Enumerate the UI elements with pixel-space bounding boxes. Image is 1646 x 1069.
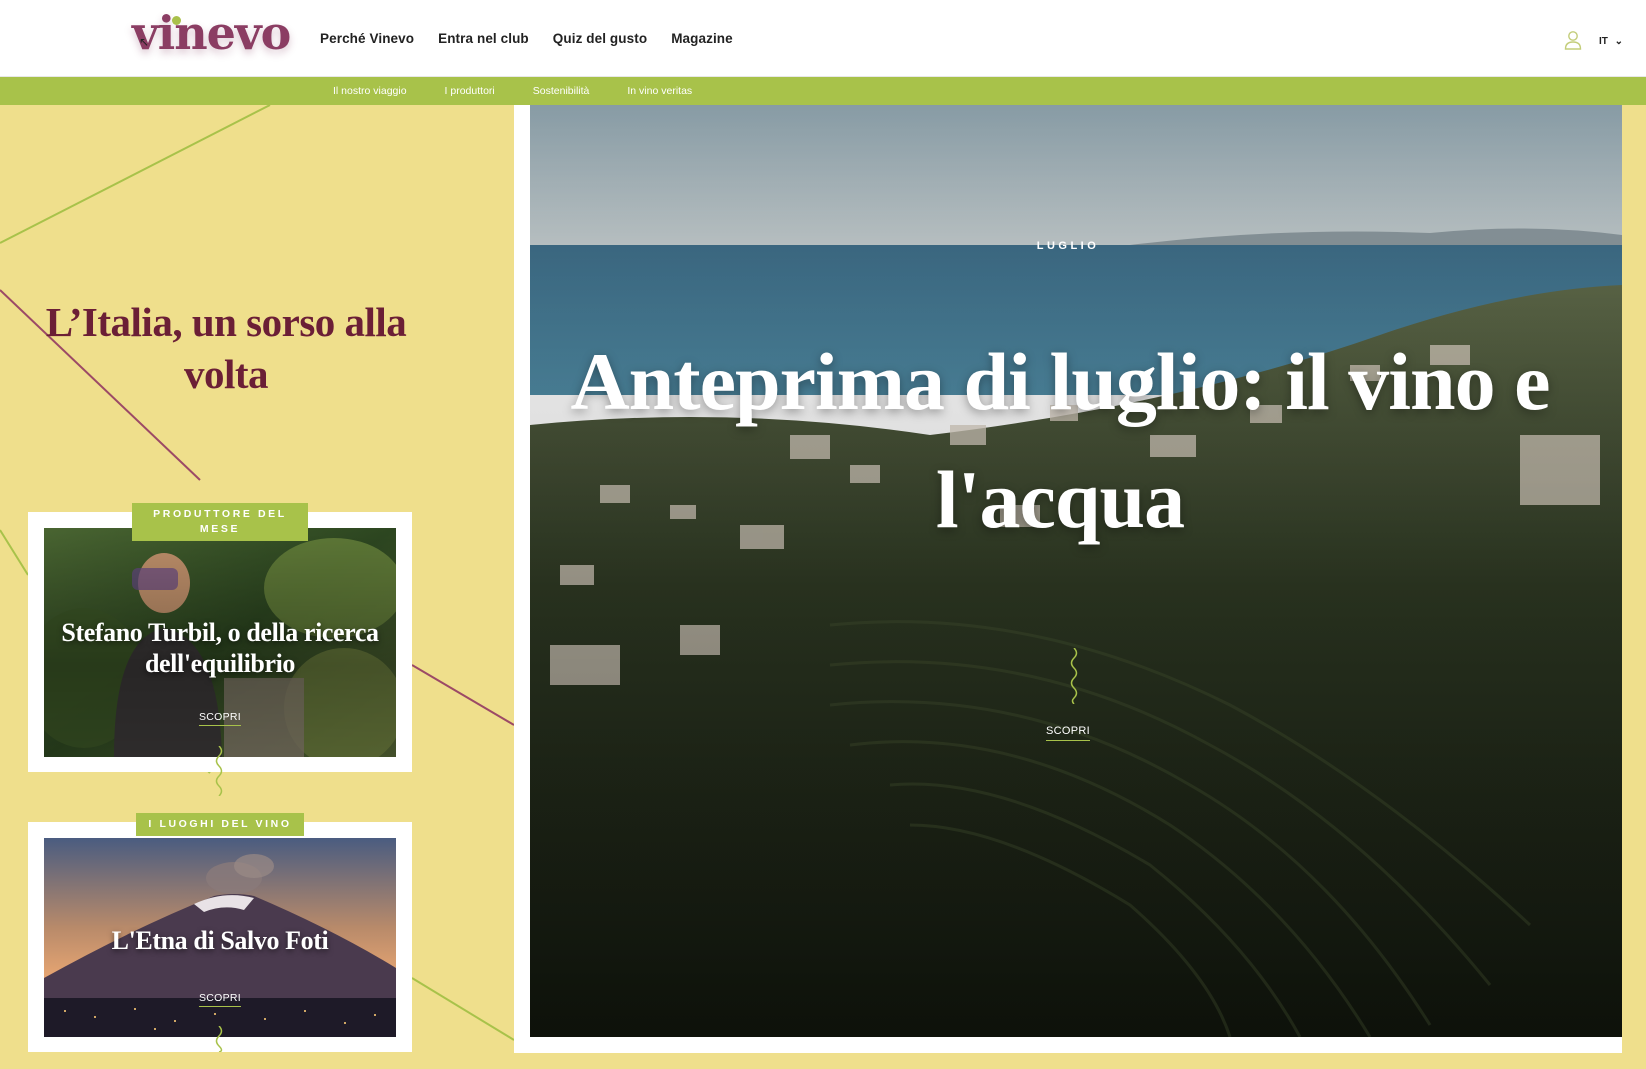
user-icon[interactable] — [1564, 30, 1582, 50]
logo-dot — [172, 16, 181, 25]
squiggle-icon — [215, 746, 223, 796]
subnav-il-nostro-viaggio[interactable]: Il nostro viaggio — [333, 85, 407, 97]
nav-magazine[interactable]: Magazine — [671, 31, 733, 46]
nav-entra-nel-club[interactable]: Entra nel club — [438, 31, 529, 46]
nav-perche-vinevo[interactable]: Perché Vinevo — [320, 31, 414, 46]
card-title: L'Etna di Salvo Foti — [111, 926, 329, 955]
producer-of-month-card[interactable]: PRODUTTORE DEL MESE Stefano Turbil, o de… — [28, 503, 412, 796]
hero-title: Anteprima di luglio: il vino e l'acqua — [570, 336, 1550, 545]
scopri-link[interactable]: SCOPRI — [198, 992, 242, 1007]
chevron-down-icon: ⌄ — [1614, 36, 1624, 47]
mouse-cursor-icon: ↖ — [139, 35, 150, 49]
page-tagline: L’Italia, un sorso alla volta — [45, 299, 407, 397]
squiggle-icon — [1070, 648, 1078, 704]
wine-places-card[interactable]: I LUOGHI DEL VINO L'Etna di Salvo Foti S… — [28, 813, 412, 1052]
hero-feature-card[interactable]: LUGLIO Anteprima di luglio: il vino e l'… — [514, 105, 1622, 1053]
subnav-in-vino-veritas[interactable]: In vino veritas — [627, 85, 692, 97]
language-label: IT — [1599, 36, 1608, 47]
scopri-link[interactable]: SCOPRI — [198, 711, 242, 726]
squiggle-icon — [215, 1026, 223, 1052]
vinevo-logo[interactable]: vinevo — [132, 6, 291, 60]
nav-quiz-del-gusto[interactable]: Quiz del gusto — [553, 31, 647, 46]
scopri-link[interactable]: SCOPRI — [1046, 725, 1090, 741]
sub-nav: Il nostro viaggio I produttori Sostenibi… — [0, 77, 1646, 105]
language-selector[interactable]: IT ⌄ — [1599, 36, 1623, 47]
card-badge: PRODUTTORE DEL MESE — [132, 503, 308, 541]
subnav-i-produttori[interactable]: I produttori — [445, 85, 495, 97]
main-nav: Perché Vinevo Entra nel club Quiz del gu… — [320, 31, 733, 46]
card-badge: I LUOGHI DEL VINO — [136, 813, 304, 836]
subnav-sostenibilita[interactable]: Sostenibilità — [533, 85, 590, 97]
logo-text: vinevo — [132, 6, 291, 60]
hero-month-label: LUGLIO — [1036, 240, 1100, 252]
card-title: Stefano Turbil, o della ricerca dell'equ… — [61, 618, 379, 678]
top-header: vinevo ↖ Perché Vinevo Entra nel club Qu… — [0, 0, 1646, 77]
